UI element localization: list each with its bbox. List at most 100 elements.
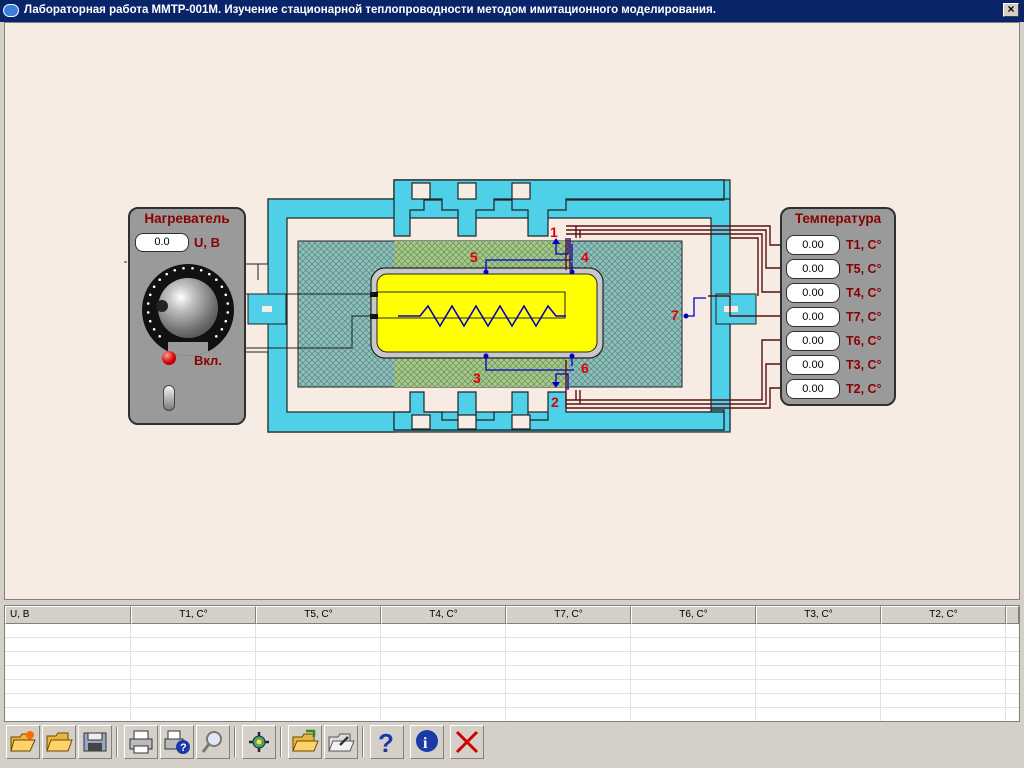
table-cell[interactable] (506, 680, 631, 693)
table-cell[interactable] (631, 666, 756, 679)
table-cell[interactable] (381, 652, 506, 665)
table-cell[interactable] (881, 652, 1006, 665)
import-button[interactable] (288, 725, 322, 759)
table-cell[interactable] (5, 708, 131, 721)
table-cell[interactable] (631, 652, 756, 665)
new-button[interactable] (6, 725, 40, 759)
toolbar: ? ? i (4, 723, 1020, 763)
table-row[interactable] (5, 624, 1019, 638)
table-cell[interactable] (756, 680, 881, 693)
table-cell[interactable] (881, 666, 1006, 679)
table-row[interactable] (5, 694, 1019, 708)
voltage-label: U, В (194, 235, 220, 250)
table-cell[interactable] (506, 638, 631, 651)
table-cell[interactable] (381, 666, 506, 679)
table-cell[interactable] (131, 624, 256, 637)
table-cell[interactable] (631, 708, 756, 721)
table-row[interactable] (5, 638, 1019, 652)
print-help-button[interactable]: ? (160, 725, 194, 759)
table-row[interactable] (5, 708, 1019, 721)
knob-pointer-icon (156, 300, 168, 312)
table-cell[interactable] (381, 694, 506, 707)
column-header-t5[interactable]: T5, C° (256, 606, 381, 624)
table-cell[interactable] (256, 652, 381, 665)
table-cell[interactable] (256, 624, 381, 637)
table-cell[interactable] (756, 694, 881, 707)
table-cell[interactable] (631, 680, 756, 693)
table-cell[interactable] (5, 666, 131, 679)
table-cell[interactable] (5, 624, 131, 637)
column-header-t3[interactable]: T3, C° (756, 606, 881, 624)
table-cell[interactable] (5, 638, 131, 651)
table-cell[interactable] (506, 652, 631, 665)
preview-button[interactable] (196, 725, 230, 759)
table-cell[interactable] (256, 680, 381, 693)
table-cell[interactable] (506, 694, 631, 707)
table-cell[interactable] (131, 666, 256, 679)
table-cell[interactable] (506, 708, 631, 721)
table-cell[interactable] (756, 708, 881, 721)
table-cell[interactable] (131, 652, 256, 665)
table-cell[interactable] (756, 624, 881, 637)
table-row[interactable] (5, 652, 1019, 666)
info-button[interactable]: i (410, 725, 444, 759)
table-cell[interactable] (506, 624, 631, 637)
temp-row-t4: 0.00 Т4, С° (786, 283, 896, 303)
table-row[interactable] (5, 680, 1019, 694)
column-header-t4[interactable]: T4, C° (381, 606, 506, 624)
exit-button[interactable] (450, 725, 484, 759)
table-cell[interactable] (381, 680, 506, 693)
table-cell[interactable] (631, 694, 756, 707)
column-header-u[interactable]: U, В (5, 606, 131, 624)
column-header-t6[interactable]: T6, C° (631, 606, 756, 624)
table-cell[interactable] (5, 694, 131, 707)
table-cell[interactable] (256, 694, 381, 707)
column-header-t1[interactable]: T1, C° (131, 606, 256, 624)
table-cell[interactable] (631, 624, 756, 637)
table-cell[interactable] (881, 680, 1006, 693)
table-cell[interactable] (881, 638, 1006, 651)
table-cell[interactable] (131, 694, 256, 707)
table-cell[interactable] (381, 638, 506, 651)
column-header-t2[interactable]: T2, C° (881, 606, 1006, 624)
svg-text:?: ? (180, 742, 187, 754)
table-cell[interactable] (756, 638, 881, 651)
table-cell[interactable] (881, 708, 1006, 721)
temp-row-t6: 0.00 Т6, С° (786, 331, 896, 351)
table-cell[interactable] (256, 638, 381, 651)
heater-panel: Нагреватель 0.0 U, В Вкл. (128, 207, 246, 425)
table-cell[interactable] (256, 708, 381, 721)
voltage-display: 0.0 (135, 233, 189, 252)
voltage-knob[interactable] (142, 264, 234, 356)
power-switch[interactable] (163, 385, 175, 411)
table-cell[interactable] (381, 624, 506, 637)
print-button[interactable] (124, 725, 158, 759)
table-row[interactable] (5, 666, 1019, 680)
table-cell[interactable] (756, 666, 881, 679)
table-cell[interactable] (631, 638, 756, 651)
table-cell[interactable] (381, 708, 506, 721)
table-cell[interactable] (131, 680, 256, 693)
save-button[interactable] (78, 725, 112, 759)
table-cell[interactable] (5, 652, 131, 665)
temp-label: Т5, С° (846, 262, 882, 276)
heater-title: Нагреватель (144, 211, 230, 226)
table-cell[interactable] (881, 694, 1006, 707)
settings-button[interactable] (242, 725, 276, 759)
table-cell[interactable] (881, 624, 1006, 637)
column-header-t7[interactable]: T7, C° (506, 606, 631, 624)
table-cell[interactable] (131, 708, 256, 721)
power-lamp-icon (162, 351, 176, 365)
probe-label-4: 4 (581, 249, 589, 265)
table-cell[interactable] (5, 680, 131, 693)
table-cell[interactable] (256, 666, 381, 679)
results-table[interactable]: U, В T1, C° T5, C° T4, C° T7, C° T6, C° … (4, 605, 1020, 722)
table-cell[interactable] (131, 638, 256, 651)
export-button[interactable] (324, 725, 358, 759)
probe-label-1: 1 (550, 224, 558, 240)
table-cell[interactable] (756, 652, 881, 665)
open-button[interactable] (42, 725, 76, 759)
help-button[interactable]: ? (370, 725, 404, 759)
table-cell[interactable] (506, 666, 631, 679)
temperature-title: Температура (794, 211, 882, 226)
